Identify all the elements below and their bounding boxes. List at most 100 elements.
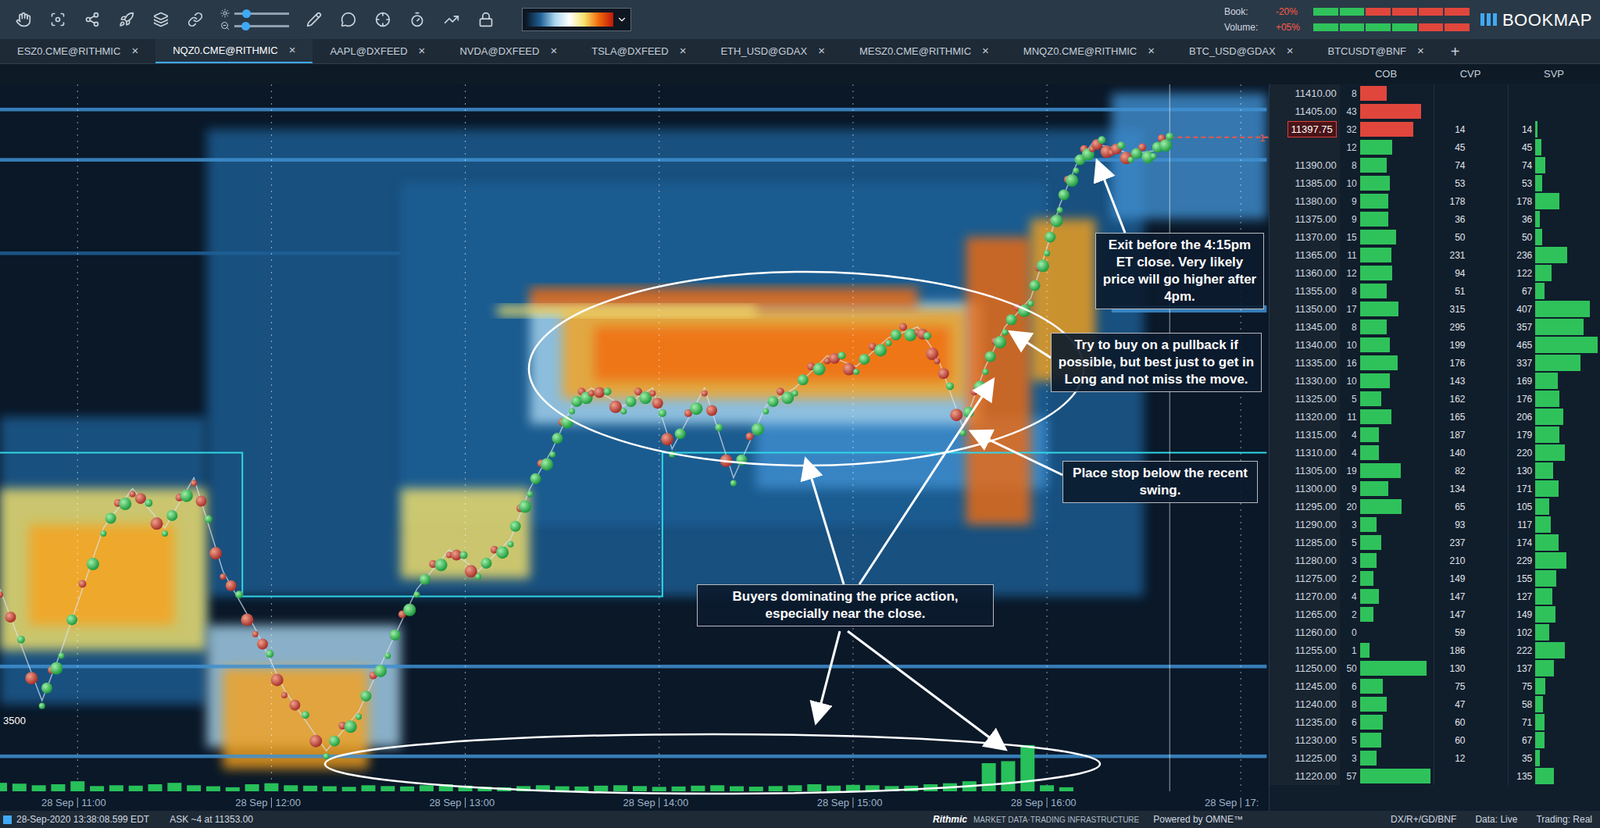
trade-bubble [328,735,340,747]
tab-close[interactable]: × [131,42,139,61]
cob-bar [1360,660,1427,676]
trade-bubble [551,432,563,444]
cob-bar [1360,85,1387,101]
cob-bar [1360,193,1389,209]
tab[interactable]: ETH_USD@GDAX× [703,39,842,64]
price-label: 11370.00 [1269,228,1340,247]
tab[interactable]: NVDA@DXFEED× [442,39,575,64]
toolbar-icon[interactable] [187,11,204,28]
svp-cell: 236 [1507,246,1600,265]
tab-close[interactable]: × [1417,42,1425,61]
tab-close[interactable]: × [550,42,558,61]
color-scale-dropdown[interactable] [521,7,632,32]
cvp-cell: 315 [1433,300,1509,318]
price-label: 11320.00 [1269,407,1340,426]
logo-icon [1480,11,1498,28]
volume-bar [768,785,783,792]
add-tab-button[interactable]: + [1441,39,1470,64]
volume-bar [186,785,201,792]
trade-bubble [100,530,107,537]
tab-close[interactable]: × [418,42,426,61]
toolbar-icon[interactable] [118,11,135,28]
tab-close[interactable]: × [1147,42,1155,61]
price-label: 11285.00 [1269,533,1340,552]
price-label: 11325.00 [1269,389,1340,408]
toolbar-icon[interactable] [153,11,169,28]
toolbar-icon[interactable] [478,11,494,28]
volume-bar [787,785,802,792]
tab[interactable]: AAPL@DXFEED× [312,39,443,64]
price-row: 11230.0056067 [1269,731,1600,750]
cvp-cell: 147 [1433,605,1509,624]
price-row: 11280.003210229 [1269,551,1600,570]
trade-bubble [1058,189,1070,200]
tab[interactable]: MNQZ0.CME@RITHMIC× [1006,39,1172,64]
tab-close[interactable]: × [679,42,687,61]
cvp-cell: 36 [1433,210,1509,229]
svg-text:28 Sep: 28 Sep [817,796,850,809]
price-row: 11385.00105353 [1269,174,1600,193]
trade-bubble [281,692,288,699]
tab-close[interactable]: × [982,42,990,61]
cvp-cell: 60 [1433,713,1509,732]
trade-bubble [496,546,509,559]
svp-cell: 122 [1507,264,1600,283]
price-label: 11355.00 [1269,282,1340,300]
trade-bubble [271,673,284,686]
tab[interactable]: MESZ0.CME@RITHMIC× [842,39,1007,64]
trade-bubble [480,557,492,569]
toolbar: Book:-20%Volume:+05%BOOKMAP [0,0,1600,40]
tab[interactable]: BTC_USD@GDAX× [1171,39,1311,64]
tab-close[interactable]: × [817,42,825,61]
cob-cell: 5 [1339,731,1434,750]
tab-close[interactable]: × [289,41,297,60]
annotation-arrows [806,162,1125,749]
slider-icon [220,21,230,31]
toolbar-icon[interactable] [15,11,32,28]
heatmap-chart[interactable]: 3500128 Sep11:0028 Sep12:0028 Sep13:0028… [0,84,1269,811]
svp-cell: 35 [1507,749,1600,768]
tab[interactable]: BTCUSDT@BNF× [1310,39,1441,64]
tab-close[interactable]: × [1286,42,1294,61]
toolbar-icon[interactable] [375,11,391,28]
price-row: 11220.0057135 [1269,767,1600,786]
trade-bubble [985,350,997,362]
time-label: 28 Sep16:00 [1010,796,1077,809]
toolbar-icon[interactable] [409,11,425,28]
trade-bubble [17,635,25,644]
cvp-cell: 187 [1433,425,1509,444]
cob-bar [1360,714,1383,730]
toolbar-icon[interactable] [50,11,66,28]
highlight-ellipse [528,271,1084,466]
volume-meter: Volume:+05% [1224,20,1470,35]
toolbar-icon[interactable] [306,11,322,28]
svp-bar [1535,372,1558,390]
trade-bubble [1117,141,1125,150]
cvp-cell: 134 [1433,479,1509,498]
trade-bubble [435,558,448,572]
cvp-cell: 14 [1433,120,1509,139]
chart-canvas[interactable]: 3500128 Sep11:0028 Sep12:0028 Sep13:0028… [0,84,1269,811]
svp-bar [1535,750,1540,767]
svp-cell: 45 [1507,138,1600,157]
price-label: 11380.00 [1269,192,1340,211]
price-label: 11360.00 [1269,264,1340,283]
toolbar-icon[interactable] [443,11,460,28]
svp-bar [1535,462,1553,479]
toolbar-slider[interactable] [220,8,290,18]
toolbar-slider[interactable] [220,21,290,31]
liquidity-band [1111,93,1268,220]
toolbar-icon[interactable] [340,11,357,28]
price-row: 11410.008 [1269,84,1600,103]
cob-bar [1360,732,1382,748]
trade-bubble [118,497,132,511]
tab[interactable]: ESZ0.CME@RITHMIC× [0,39,156,64]
cob-cell: 11 [1339,246,1434,265]
svp-bar [1535,300,1590,318]
tab[interactable]: TSLA@DXFEED× [574,39,704,64]
toolbar-icon[interactable] [84,11,100,28]
liquidity-band [0,754,1267,759]
volume-bar [419,785,434,792]
tab[interactable]: NQZ0.CME@RITHMIC× [155,39,313,64]
cob-cell: 3 [1339,749,1434,768]
